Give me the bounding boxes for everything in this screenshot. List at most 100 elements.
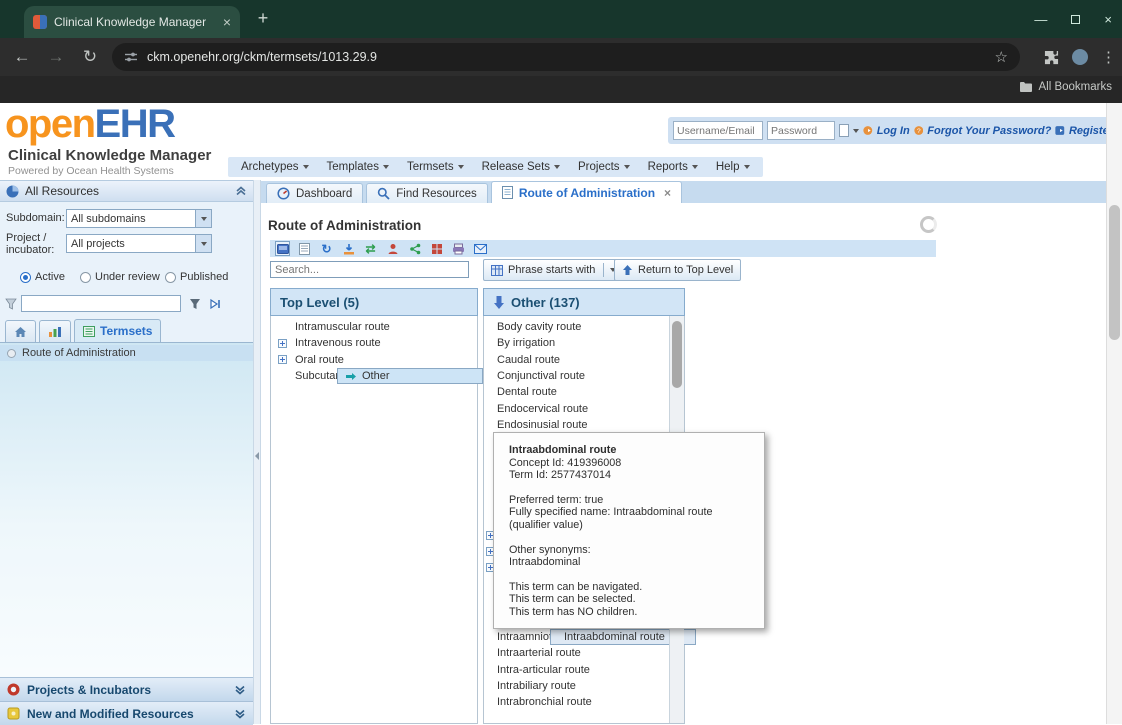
scrollbar-thumb[interactable]: [1109, 205, 1120, 340]
remember-options-caret-icon[interactable]: [853, 129, 859, 133]
term-row[interactable]: Intramuscular route: [271, 319, 477, 335]
term-row[interactable]: Endocervical route: [484, 400, 684, 416]
window-maximize-icon[interactable]: [1071, 12, 1080, 27]
tab-statistics[interactable]: [39, 320, 71, 342]
name-filter-input[interactable]: [21, 295, 181, 312]
expand-plus-icon[interactable]: [278, 355, 287, 364]
tab-find-resources[interactable]: Find Resources: [366, 183, 488, 203]
menu-item-help[interactable]: Help: [707, 161, 759, 173]
menu-item-release-sets[interactable]: Release Sets: [473, 161, 569, 173]
new-tab-button[interactable]: +: [252, 8, 274, 29]
tab-route-of-administration[interactable]: Route of Administration ×: [491, 181, 682, 203]
top-level-column-header[interactable]: Top Level (5): [270, 288, 478, 316]
menu-item-archetypes[interactable]: Archetypes: [232, 161, 318, 173]
term-row[interactable]: Conjunctival route: [484, 368, 684, 384]
download-icon[interactable]: [341, 241, 356, 256]
term-row[interactable]: Intravenous route: [271, 335, 477, 351]
log-in-link[interactable]: Log In: [877, 125, 910, 137]
all-bookmarks-button[interactable]: All Bookmarks: [1019, 81, 1113, 93]
project-select[interactable]: All projects: [66, 234, 212, 253]
scrollbar-thumb[interactable]: [672, 321, 682, 388]
menu-item-projects[interactable]: Projects: [569, 161, 639, 173]
radio-icon[interactable]: [20, 272, 31, 283]
register-icon: [1055, 124, 1065, 137]
display-icon[interactable]: [275, 241, 290, 256]
radio-under-review[interactable]: Under review: [80, 271, 160, 283]
term-row[interactable]: Intra-articular route: [484, 662, 668, 678]
site-info-icon[interactable]: [124, 50, 138, 64]
term-row[interactable]: Intrabiliary route: [484, 678, 668, 694]
term-row[interactable]: Body cavity route: [484, 319, 684, 335]
collapse-sidebar-arrow-icon[interactable]: [255, 452, 259, 460]
print-icon[interactable]: [451, 241, 466, 256]
table-icon[interactable]: [429, 241, 444, 256]
forgot-password-link[interactable]: Forgot Your Password?: [927, 125, 1051, 137]
select-caret-icon[interactable]: [195, 235, 211, 252]
termsets-tab-label: Termsets: [100, 324, 152, 338]
radio-icon[interactable]: [80, 272, 91, 283]
term-row[interactable]: Caudal route: [484, 352, 684, 368]
apply-filter-icon[interactable]: [207, 296, 223, 312]
reload-icon[interactable]: ↻: [78, 47, 102, 67]
subdomain-select[interactable]: All subdomains: [66, 209, 212, 228]
term-row[interactable]: Intraarterial route: [484, 645, 668, 661]
phrase-starts-with-button[interactable]: Phrase starts with: [483, 259, 624, 281]
extensions-icon[interactable]: [1044, 50, 1059, 65]
tree-item-route-of-administration[interactable]: Route of Administration: [0, 345, 253, 361]
username-field[interactable]: [673, 121, 763, 140]
compare-icon[interactable]: ⇄: [363, 241, 378, 256]
page-scrollbar[interactable]: [1106, 103, 1122, 724]
accordion-new-modified-resources[interactable]: New and Modified Resources: [0, 701, 253, 725]
tab-dashboard[interactable]: Dashboard: [266, 183, 363, 203]
accordion-projects-incubators[interactable]: Projects & Incubators: [0, 677, 253, 701]
revert-icon[interactable]: ↻: [319, 241, 334, 256]
term-search-input[interactable]: [270, 261, 469, 278]
user-icon[interactable]: [385, 241, 400, 256]
term-row[interactable]: Dental route: [484, 384, 684, 400]
filter-options-icon[interactable]: [187, 296, 203, 312]
radio-active[interactable]: Active: [20, 271, 65, 283]
window-minimize-icon[interactable]: —: [1034, 12, 1047, 27]
url-text[interactable]: ckm.openehr.org/ckm/termsets/1013.29.9: [147, 50, 986, 64]
mail-icon[interactable]: [473, 241, 488, 256]
openehr-logo[interactable]: openEHR: [5, 103, 175, 145]
close-tab-icon[interactable]: ×: [664, 186, 671, 200]
term-row[interactable]: Endosinusial route: [484, 417, 684, 433]
term-row[interactable]: Intrabronchial route: [484, 694, 668, 710]
forward-icon[interactable]: →: [44, 47, 68, 67]
chevron-down-icon[interactable]: [234, 685, 246, 695]
resources-sidebar: All Resources Subdomain: All subdomains …: [0, 180, 253, 724]
radio-icon[interactable]: [165, 272, 176, 283]
all-resources-header[interactable]: All Resources: [0, 181, 253, 202]
profile-avatar[interactable]: [1072, 49, 1088, 65]
browser-tab[interactable]: Clinical Knowledge Manager ×: [24, 6, 240, 38]
back-icon[interactable]: ←: [10, 47, 34, 67]
menu-item-reports[interactable]: Reports: [639, 161, 707, 173]
share-icon[interactable]: [407, 241, 422, 256]
tab-termsets[interactable]: Termsets: [74, 319, 161, 342]
logo-open: open: [5, 102, 95, 146]
address-bar[interactable]: ckm.openehr.org/ckm/termsets/1013.29.9 ☆: [112, 43, 1020, 71]
term-row-selected[interactable]: Other: [337, 368, 483, 384]
bar-chart-icon: [48, 326, 62, 338]
window-close-icon[interactable]: ×: [1104, 12, 1112, 27]
menu-item-templates[interactable]: Templates: [318, 161, 398, 173]
menu-item-termsets[interactable]: Termsets: [398, 161, 473, 173]
other-column-header[interactable]: Other (137): [483, 288, 685, 316]
bookmark-star-icon[interactable]: ☆: [995, 48, 1008, 66]
details-icon[interactable]: [297, 241, 312, 256]
chevron-down-icon[interactable]: [234, 709, 246, 719]
expand-plus-icon[interactable]: [278, 339, 287, 348]
term-row[interactable]: By irrigation: [484, 335, 684, 351]
password-field[interactable]: [767, 121, 835, 140]
tab-close-icon[interactable]: ×: [223, 14, 231, 30]
tab-resources-home[interactable]: [5, 320, 36, 342]
collapse-chevron-up-icon[interactable]: [235, 186, 247, 196]
sidebar-splitter[interactable]: [253, 180, 261, 724]
remember-me-checkbox[interactable]: [839, 124, 849, 137]
select-caret-icon[interactable]: [195, 210, 211, 227]
return-to-top-level-button[interactable]: Return to Top Level: [614, 259, 741, 281]
term-row[interactable]: Oral route: [271, 352, 477, 368]
menu-kebab-icon[interactable]: ⋮: [1101, 48, 1116, 66]
radio-published[interactable]: Published: [165, 271, 228, 283]
